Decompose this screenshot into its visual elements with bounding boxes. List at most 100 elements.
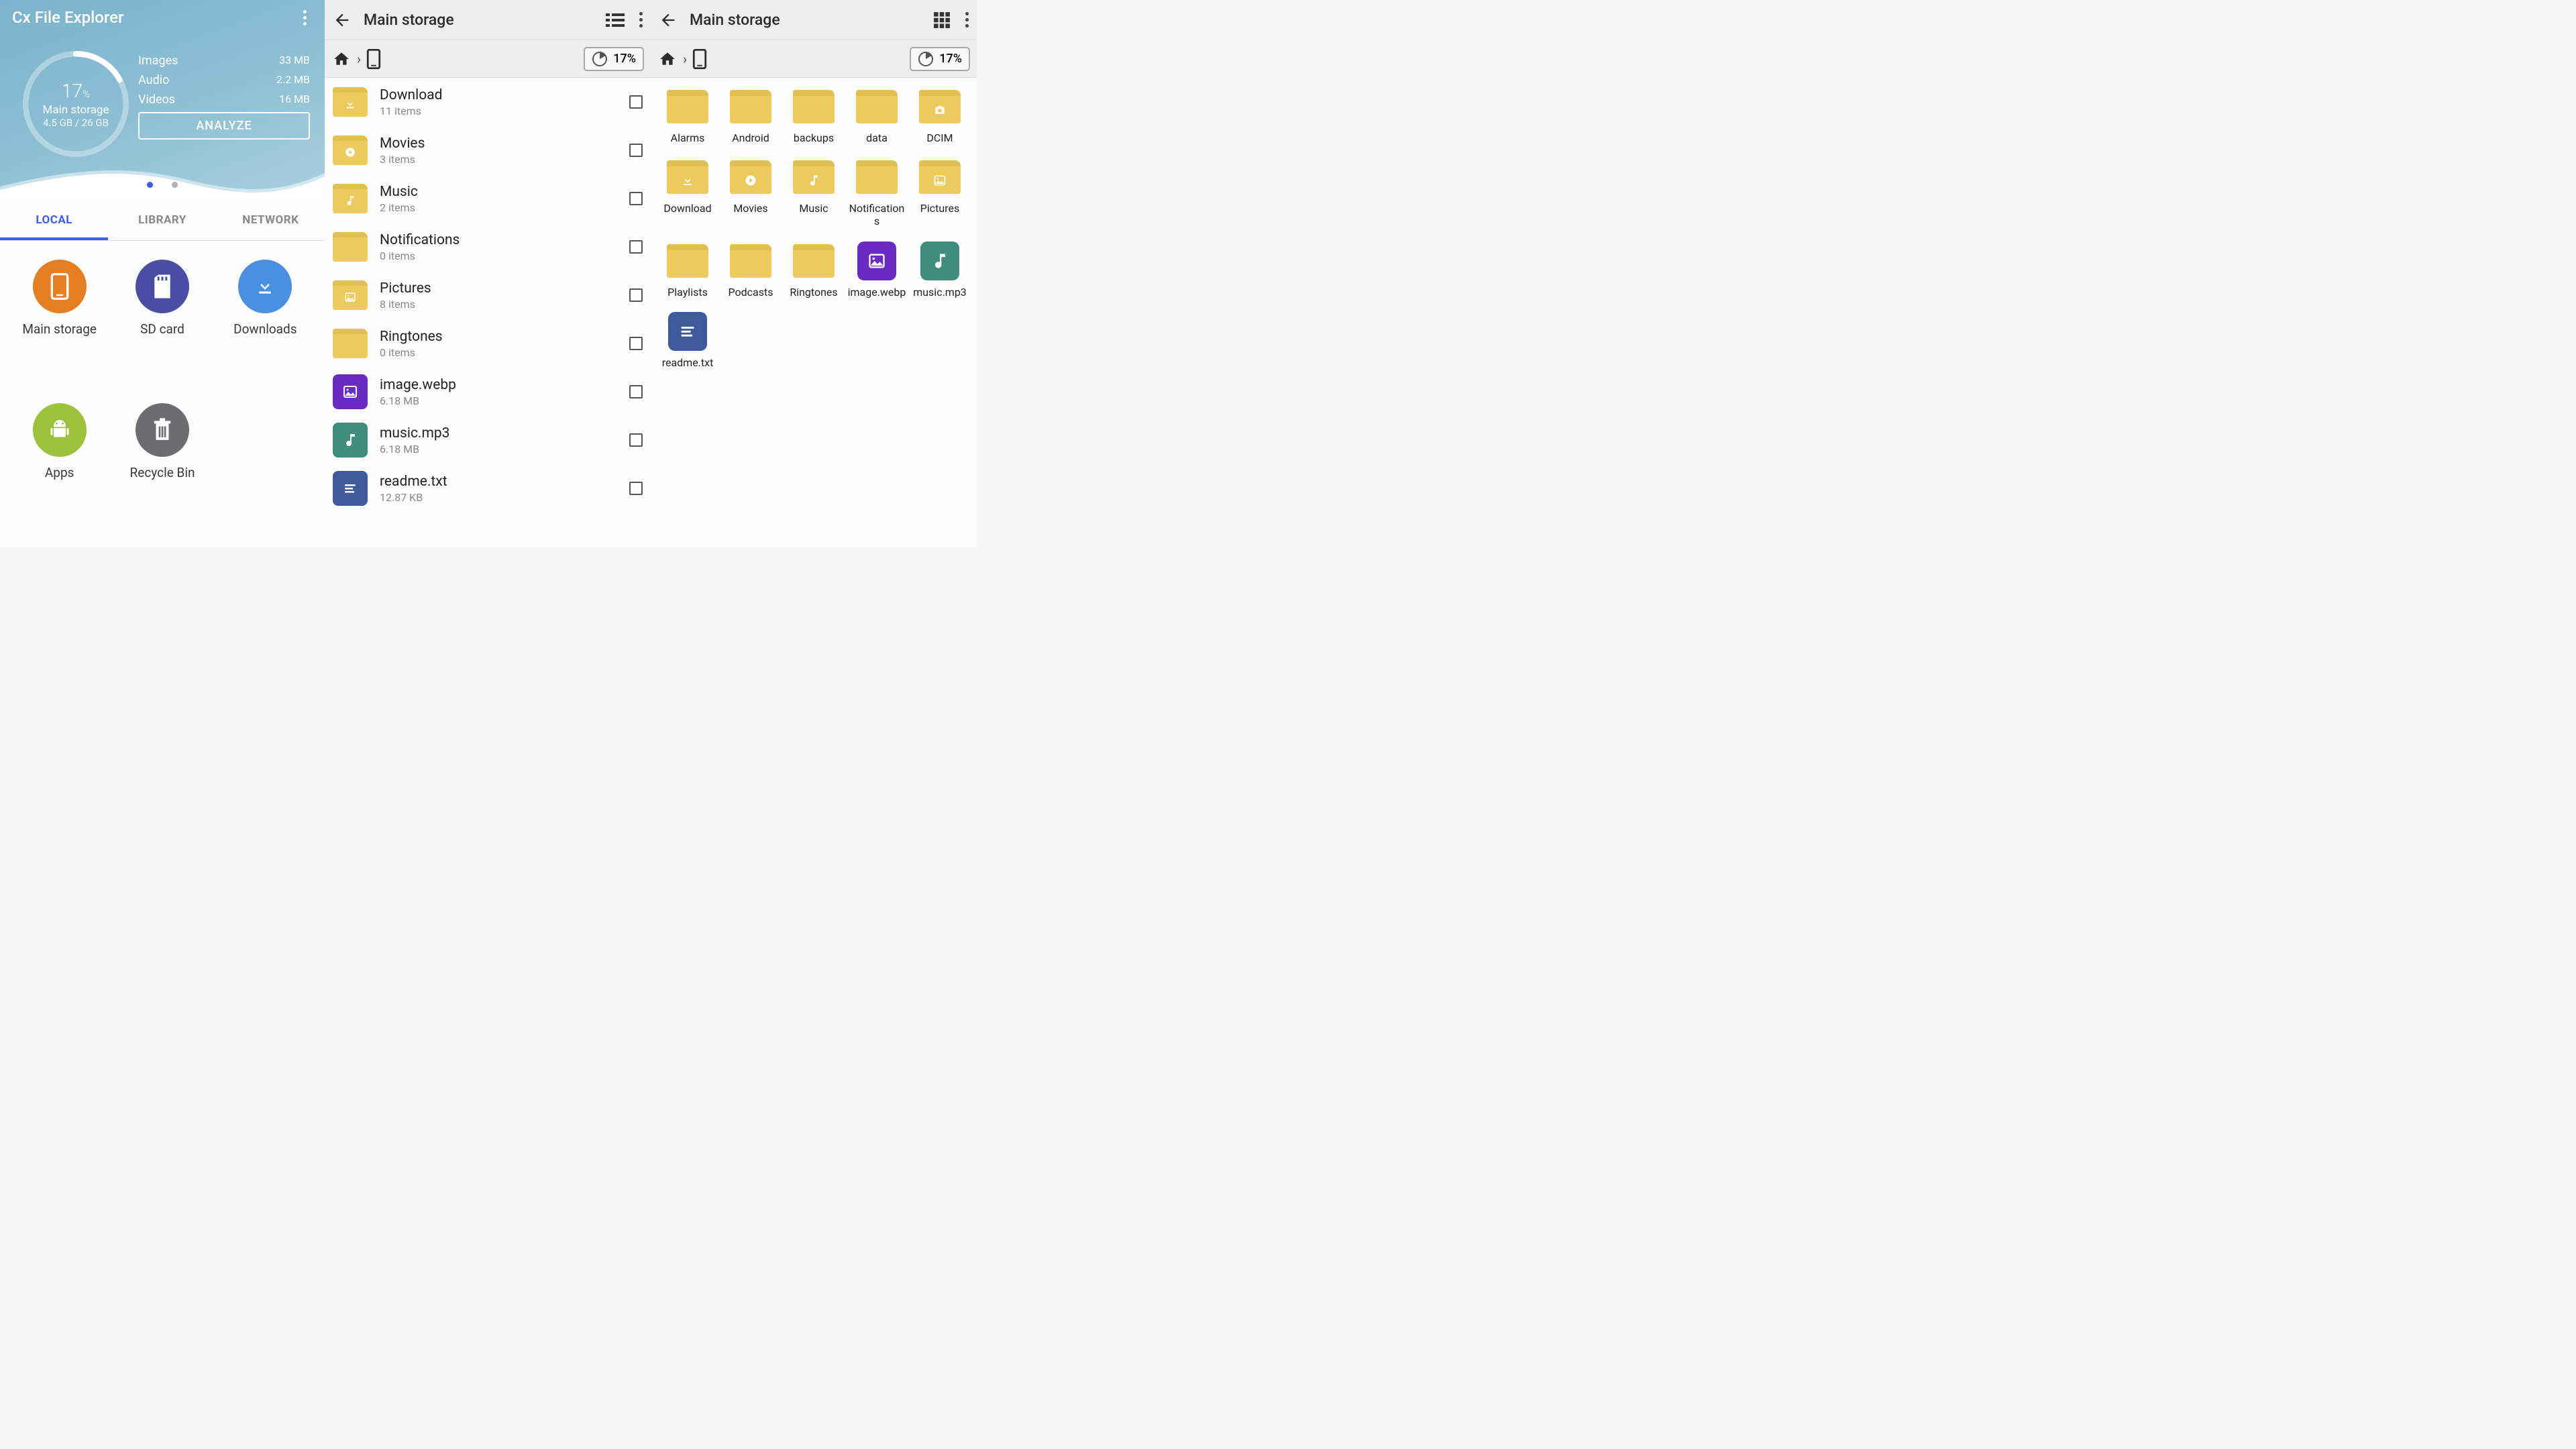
- grid-item[interactable]: Pictures: [910, 158, 970, 227]
- tab-library[interactable]: LIBRARY: [108, 200, 216, 240]
- item-icon: [333, 133, 368, 168]
- checkbox[interactable]: [629, 192, 643, 205]
- item-name: Download: [663, 202, 711, 215]
- grid-item[interactable]: Download: [657, 158, 718, 227]
- list-view-icon[interactable]: [606, 12, 625, 28]
- grid-item[interactable]: Playlists: [657, 241, 718, 299]
- checkbox[interactable]: [629, 385, 643, 398]
- grid-item[interactable]: Notifications: [847, 158, 907, 227]
- overflow-menu-icon[interactable]: [297, 9, 313, 25]
- home-icon[interactable]: [331, 50, 352, 68]
- checkbox[interactable]: [629, 337, 643, 350]
- list-item[interactable]: Movies3 items: [325, 126, 651, 174]
- item-name: Podcasts: [729, 286, 773, 299]
- grid-item[interactable]: Podcasts: [720, 241, 781, 299]
- item-name: Playlists: [667, 286, 708, 299]
- item-name: Pictures: [380, 280, 617, 297]
- checkbox[interactable]: [629, 482, 643, 495]
- item-icon: [855, 158, 899, 197]
- item-sub: 12.87 KB: [380, 491, 617, 504]
- item-sub: 11 items: [380, 105, 617, 117]
- grid-view-icon[interactable]: [933, 11, 951, 29]
- item-icon: [855, 87, 899, 126]
- back-icon[interactable]: [659, 11, 678, 30]
- overflow-menu-icon[interactable]: [639, 12, 643, 28]
- item-icon: [855, 241, 899, 280]
- item-name: Movies: [380, 136, 617, 152]
- storage-badge[interactable]: 17%: [584, 47, 644, 71]
- music-file-icon: [920, 241, 959, 280]
- home-grid: Main storageSD cardDownloads Apps Recycle …: [0, 241, 325, 547]
- pane-grid: Main storage › 17% AlarmsAndroidbackupsd…: [651, 0, 977, 547]
- list-item[interactable]: Notifications0 items: [325, 223, 651, 271]
- storage-percent-badge: 17%: [939, 52, 962, 66]
- tab-local[interactable]: LOCAL: [0, 200, 108, 240]
- home-grid-item[interactable]: Recycle Bin: [111, 403, 213, 529]
- grid-item[interactable]: data: [847, 87, 907, 144]
- grid-item[interactable]: image.webp: [847, 241, 907, 299]
- checkbox[interactable]: [629, 144, 643, 157]
- list-item[interactable]: Download11 items: [325, 78, 651, 126]
- item-sub: 6.18 MB: [380, 394, 617, 407]
- item-sub: 0 items: [380, 346, 617, 359]
- list-item[interactable]: Music2 items: [325, 174, 651, 223]
- item-icon: [729, 87, 773, 126]
- page-indicator[interactable]: [147, 182, 178, 188]
- grid-item[interactable]: Alarms: [657, 87, 718, 144]
- checkbox[interactable]: [629, 288, 643, 302]
- analyze-button[interactable]: ANALYZE: [138, 112, 310, 140]
- pane-list: Main storage › 17% Download11 itemsMovie…: [325, 0, 651, 547]
- item-sub: 8 items: [380, 298, 617, 311]
- back-icon[interactable]: [333, 11, 352, 30]
- item-icon: [729, 158, 773, 197]
- item-name: Movies: [733, 202, 767, 215]
- grid-item[interactable]: Movies: [720, 158, 781, 227]
- list-item[interactable]: Ringtones0 items: [325, 319, 651, 368]
- breadcrumb: › 17%: [325, 40, 651, 78]
- storage-percent-badge: 17%: [613, 52, 636, 66]
- home-icon[interactable]: [657, 50, 678, 68]
- grid-item[interactable]: readme.txt: [657, 312, 718, 369]
- list-item[interactable]: image.webp6.18 MB: [325, 368, 651, 416]
- grid-item[interactable]: Music: [784, 158, 844, 227]
- item-icon: [333, 374, 368, 409]
- item-name: music.mp3: [380, 425, 617, 441]
- item-name: backups: [794, 131, 834, 144]
- item-sub: 6.18 MB: [380, 443, 617, 455]
- overflow-menu-icon[interactable]: [965, 12, 969, 28]
- checkbox[interactable]: [629, 240, 643, 254]
- item-sub: 3 items: [380, 153, 617, 166]
- storage-badge[interactable]: 17%: [910, 47, 970, 71]
- pie-icon: [918, 51, 934, 67]
- grid-item[interactable]: DCIM: [910, 87, 970, 144]
- file-list: Download11 itemsMovies3 itemsMusic2 item…: [325, 78, 651, 547]
- home-grid-item[interactable]: Main storage: [8, 260, 111, 386]
- item-icon: [665, 312, 710, 351]
- tab-network[interactable]: NETWORK: [217, 200, 325, 240]
- item-icon: [333, 471, 368, 506]
- grid-item[interactable]: backups: [784, 87, 844, 144]
- list-item[interactable]: Pictures8 items: [325, 271, 651, 319]
- device-icon[interactable]: [692, 49, 707, 69]
- item-name: Music: [799, 202, 828, 215]
- grid-item[interactable]: Ringtones: [784, 241, 844, 299]
- list-item[interactable]: readme.txt12.87 KB: [325, 464, 651, 513]
- checkbox[interactable]: [629, 433, 643, 447]
- item-name: Alarms: [671, 131, 705, 144]
- item-icon: [333, 229, 368, 264]
- item-icon: [792, 87, 836, 126]
- device-icon[interactable]: [366, 49, 381, 69]
- grid-item[interactable]: Android: [720, 87, 781, 144]
- home-grid-item[interactable]: Downloads: [214, 260, 317, 386]
- grid-item[interactable]: music.mp3: [910, 241, 970, 299]
- home-grid-item[interactable]: SD card: [111, 260, 213, 386]
- home-grid-item[interactable]: Apps: [8, 403, 111, 529]
- download-icon: [238, 260, 292, 313]
- item-icon: [665, 87, 710, 126]
- storage-ring[interactable]: 17% Main storage 4.5 GB / 26 GB: [19, 47, 133, 161]
- home-grid-label: Apps: [45, 465, 74, 480]
- item-name: Music: [380, 184, 617, 200]
- list-item[interactable]: music.mp3 6.18 MB: [325, 416, 651, 464]
- checkbox[interactable]: [629, 95, 643, 109]
- item-name: data: [866, 131, 888, 144]
